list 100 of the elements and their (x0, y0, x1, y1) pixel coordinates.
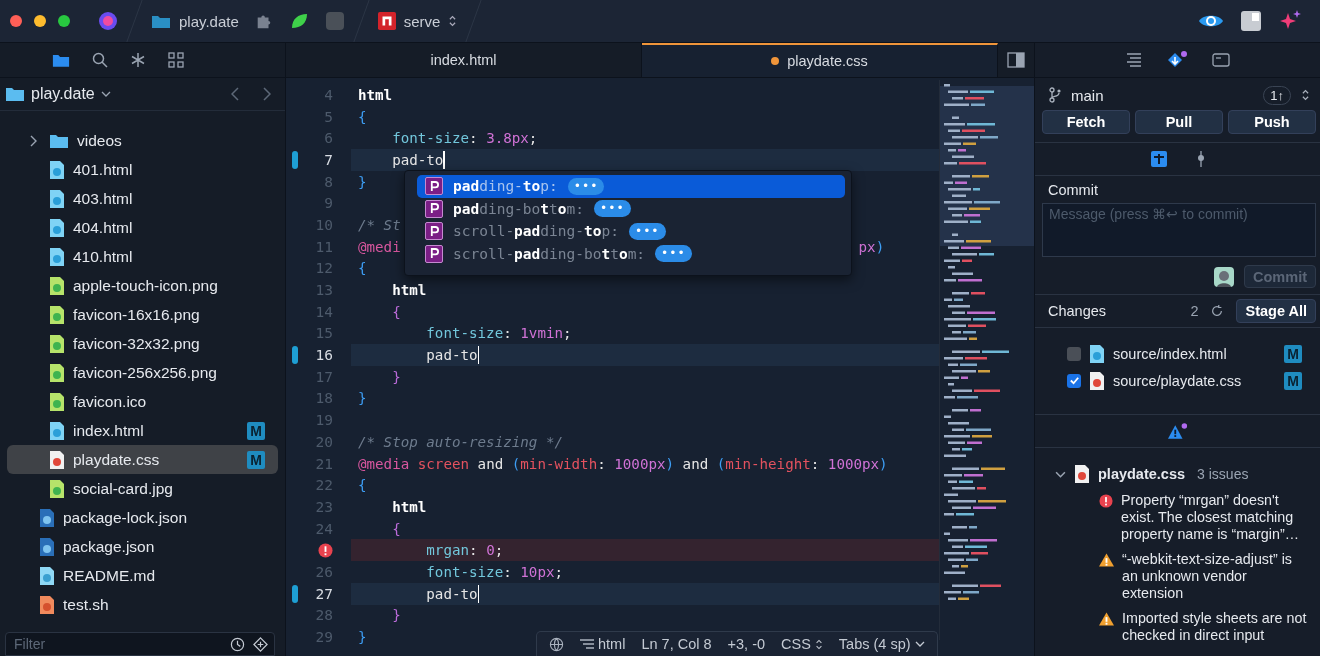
file-tree-item[interactable]: test.sh (7, 590, 278, 619)
filter-input[interactable]: Filter (12, 635, 222, 653)
folder-icon[interactable] (51, 52, 70, 68)
indentation-selector[interactable]: Tabs (4 sp) (838, 636, 925, 652)
file-tree-item[interactable]: 403.html (7, 184, 278, 213)
staging-icon[interactable] (1150, 151, 1167, 167)
file-tree-item[interactable]: 401.html (7, 155, 278, 184)
code-token: 0 (486, 542, 495, 559)
refresh-icon[interactable] (1210, 304, 1225, 318)
completion-item[interactable]: scroll-padding-top: ••• (417, 220, 845, 243)
code-token: html (391, 498, 427, 515)
stage-all-button[interactable]: Stage All (1236, 299, 1316, 323)
file-tree-item[interactable]: favicon.ico (7, 387, 278, 416)
code-token: pad-to (425, 585, 478, 602)
line-number: 28 (315, 607, 333, 624)
file-icon (49, 333, 65, 354)
file-tree-item[interactable]: index.html M (7, 416, 278, 445)
search-icon[interactable] (91, 52, 108, 68)
completion-item[interactable]: padding-bottom: ••• (417, 197, 845, 220)
project-name[interactable]: play.date (31, 85, 95, 103)
change-marker (292, 150, 298, 169)
task-name[interactable]: serve (403, 12, 441, 30)
commit-history-icon[interactable] (1196, 151, 1205, 167)
warning-icon (1099, 612, 1114, 626)
app-icon[interactable] (98, 11, 118, 31)
code-token: mrgan (425, 542, 470, 559)
issue-message[interactable]: “-webkit-text-size-adjust” is an unknown vendor extension (1122, 551, 1310, 602)
file-tree-item[interactable]: package-lock.json (7, 503, 278, 532)
file-tree-item[interactable]: favicon-32x32.png (7, 329, 278, 358)
git-action-button[interactable]: Pull (1135, 110, 1223, 134)
line-number: 18 (315, 390, 333, 407)
branch-switch-icon[interactable] (1301, 88, 1310, 102)
outline-icon[interactable] (1125, 53, 1142, 67)
git-action-button[interactable]: Fetch (1042, 110, 1130, 134)
stage-checkbox[interactable] (1067, 346, 1081, 361)
project-name[interactable]: play.date (179, 12, 239, 30)
language-selector[interactable]: CSS (781, 636, 823, 652)
filter-field[interactable]: Filter (5, 632, 275, 656)
modified-badge: M (247, 421, 265, 440)
asterisk-icon[interactable] (129, 52, 146, 68)
completion-item[interactable]: scroll-padding-bottom: ••• (417, 242, 845, 265)
stage-checkbox[interactable] (1067, 373, 1081, 388)
file-tree-item[interactable]: README.md (7, 561, 278, 590)
code-token: 1000px (827, 455, 880, 472)
n-logo-icon[interactable] (377, 12, 396, 30)
changed-file[interactable]: source/index.html (1113, 345, 1227, 362)
file-tree-item[interactable]: 410.html (7, 242, 278, 271)
split-view-icon[interactable] (1007, 52, 1025, 68)
file-tree-item[interactable]: package.json (7, 532, 278, 561)
cursor-position[interactable]: Ln 7, Col 8 (641, 636, 712, 652)
warning-icon[interactable] (1167, 422, 1188, 440)
issue-message[interactable]: Property “mrgan” doesn't exist. The closest matching property name is “margin”… (1121, 492, 1310, 543)
code-token: font-size (425, 325, 504, 342)
back-icon[interactable] (231, 87, 239, 101)
file-tree-item[interactable]: favicon-16x16.png (7, 300, 278, 329)
clock-icon[interactable] (230, 636, 245, 652)
file-tree-item[interactable]: 404.html (7, 213, 278, 242)
code-token: } (358, 629, 367, 646)
code-token: { (358, 108, 367, 125)
code-token: screen (416, 455, 470, 472)
chevron-down-icon[interactable] (100, 91, 111, 97)
forward-icon[interactable] (263, 87, 271, 101)
line-number: 20 (315, 433, 333, 450)
property-icon (425, 222, 443, 241)
file-tree-item[interactable]: playdate.css M (7, 445, 278, 474)
grid-icon[interactable] (167, 52, 184, 68)
layout-icon[interactable] (1240, 10, 1262, 32)
issue-message[interactable]: Imported style sheets are not checked in direct input (1122, 610, 1310, 644)
chevron-right-icon[interactable] (29, 134, 39, 147)
chevron-down-icon[interactable] (1055, 470, 1066, 478)
file-tree-item[interactable]: apple-touch-icon.png (7, 271, 278, 300)
file-tree-item[interactable]: favicon-256x256.png (7, 358, 278, 387)
terminal-icon[interactable] (1211, 53, 1230, 67)
code-token: ; (494, 542, 504, 559)
branch-icon (1049, 87, 1061, 103)
file-tree-item[interactable]: videos (7, 126, 278, 155)
updown-icon[interactable] (448, 14, 458, 28)
file-icon (49, 188, 65, 209)
close-button[interactable] (10, 15, 22, 27)
changed-file[interactable]: source/playdate.css (1113, 372, 1242, 389)
line-number: 6 (324, 130, 333, 147)
branch-name[interactable]: main (1071, 86, 1104, 104)
code-token: : (810, 455, 821, 472)
diamond-icon[interactable] (253, 636, 268, 652)
globe-icon[interactable] (549, 636, 564, 652)
change-marker (292, 584, 298, 603)
symbol-selector[interactable]: html (580, 636, 626, 652)
git-action-button[interactable]: Push (1228, 110, 1316, 134)
line-number: 19 (315, 412, 333, 429)
file-tree-item[interactable]: social-card.jpg (7, 474, 278, 503)
editor-tab[interactable]: playdate.css (642, 43, 998, 77)
list-icon (580, 639, 594, 649)
completion-item[interactable]: padding-top: ••• (417, 175, 845, 198)
file-icon (49, 304, 65, 325)
file-icon (49, 217, 65, 238)
code-token: 1000px (614, 455, 666, 472)
zoom-button[interactable] (58, 15, 70, 27)
file-icon (49, 159, 65, 180)
issue-file-name[interactable]: playdate.css (1098, 466, 1186, 482)
minimize-button[interactable] (34, 15, 46, 27)
